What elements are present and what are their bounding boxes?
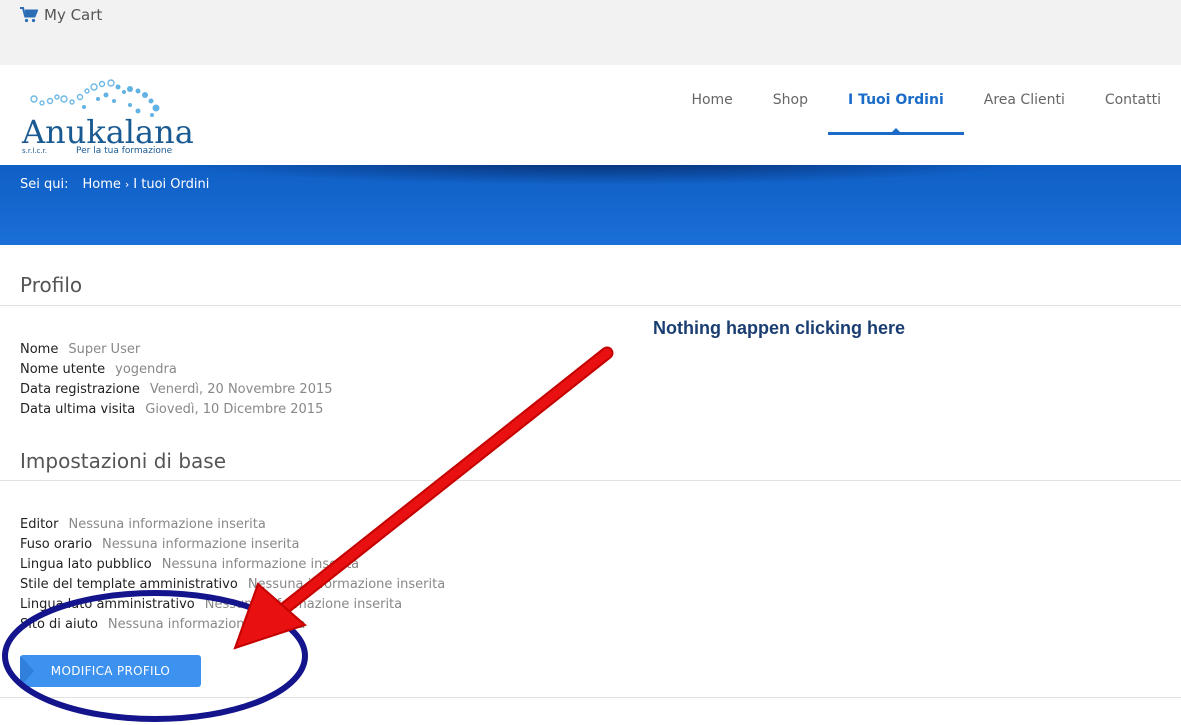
field-row: Fuso orario Nessuna informazione inserita — [20, 535, 445, 555]
page-banner: Sei qui: Home › I tuoi Ordini — [0, 165, 1181, 245]
field-label: Editor — [20, 517, 59, 532]
field-row: Lingua lato pubblico Nessuna informazione… — [20, 555, 445, 575]
nav-item-shop[interactable]: Shop — [753, 65, 828, 135]
modifica-profilo-label: MODIFICA PROFILO — [50, 664, 171, 678]
breadcrumb-home-link[interactable]: Home — [82, 177, 120, 192]
field-label: Lingua lato pubblico — [20, 557, 152, 572]
field-label: Stile del template amministrativo — [20, 577, 238, 592]
profile-section-title: Profilo — [20, 273, 83, 297]
field-row: Nome utente yogendra — [20, 360, 333, 380]
basic-settings-divider — [0, 480, 1181, 481]
top-bar: My Cart — [0, 0, 1181, 65]
field-label: Fuso orario — [20, 537, 93, 552]
annotation-note: Nothing happen clicking here — [653, 318, 906, 338]
field-value: yogendra — [115, 362, 177, 377]
breadcrumb-chevron-icon: › — [124, 178, 130, 191]
field-label: Data ultima visita — [20, 402, 136, 417]
field-value: Nessuna informazione inserita — [107, 617, 306, 632]
field-row: Stile del template amministrativo Nessuna… — [20, 575, 445, 595]
field-row: Data registrazione Venerdì, 20 Novembre 2… — [20, 380, 333, 400]
logo-sub-left: s.r.l.c.r. — [22, 147, 47, 155]
field-label: Nome — [20, 342, 59, 357]
breadcrumb: Sei qui: Home › I tuoi Ordini — [20, 177, 209, 192]
field-value: Venerdì, 20 Novembre 2015 — [149, 382, 333, 397]
field-label: Nome utente — [20, 362, 106, 377]
field-row: Data ultima visita Giovedì, 10 Dicembre 2… — [20, 400, 333, 420]
profile-divider — [0, 305, 1181, 306]
nav-item-i-tuoi-ordini[interactable]: I Tuoi Ordini — [828, 65, 964, 135]
field-label: Data registrazione — [20, 382, 140, 397]
field-value: Nessuna informazione inserita — [247, 577, 446, 592]
cart-label: My Cart — [44, 6, 103, 24]
field-value: Nessuna informazione inserita — [102, 537, 300, 552]
anukalana-logo[interactable]: Anukalana s.r.l.c.r. Per la tua formazio… — [20, 77, 195, 157]
main-nav: Home Shop I Tuoi Ordini Area Clienti Con… — [671, 65, 1181, 135]
basic-settings-fields: Editor Nessuna informazione inserita Fuso… — [20, 515, 445, 635]
button-notch — [20, 655, 34, 687]
breadcrumb-current: I tuoi Ordini — [133, 177, 210, 192]
nav-item-contatti[interactable]: Contatti — [1085, 65, 1181, 135]
breadcrumb-label: Sei qui: — [20, 177, 69, 192]
my-cart-link[interactable]: My Cart — [20, 6, 102, 24]
field-row: Editor Nessuna informazione inserita — [20, 515, 445, 535]
site-header: Anukalana s.r.l.c.r. Per la tua formazio… — [0, 65, 1181, 165]
field-value: Nessuna informazione inserita — [161, 557, 360, 572]
cart-icon — [20, 7, 38, 23]
field-value: Nessuna informazione inserita — [204, 597, 403, 612]
modifica-profilo-button[interactable]: MODIFICA PROFILO — [20, 655, 201, 687]
profile-fields: Nome Super User Nome utente yogendra Data … — [20, 340, 333, 420]
field-value: Giovedì, 10 Dicembre 2015 — [145, 402, 324, 417]
nav-item-home[interactable]: Home — [671, 65, 752, 135]
field-row: Sito di aiuto Nessuna informazione inseri… — [20, 615, 445, 635]
field-label: Lingua lato amministrativo — [20, 597, 195, 612]
basic-settings-title: Impostazioni di base — [20, 449, 226, 473]
banner-shadow — [160, 165, 1040, 185]
nav-item-area-clienti[interactable]: Area Clienti — [964, 65, 1085, 135]
logo-tagline: Per la tua formazione — [76, 146, 173, 156]
field-label: Sito di aiuto — [20, 617, 98, 632]
footer-divider — [0, 697, 1181, 698]
field-row: Lingua lato amministrativo Nessuna inform… — [20, 595, 445, 615]
field-value: Nessuna informazione inserita — [68, 517, 266, 532]
field-row: Nome Super User — [20, 340, 333, 360]
field-value: Super User — [68, 342, 141, 357]
